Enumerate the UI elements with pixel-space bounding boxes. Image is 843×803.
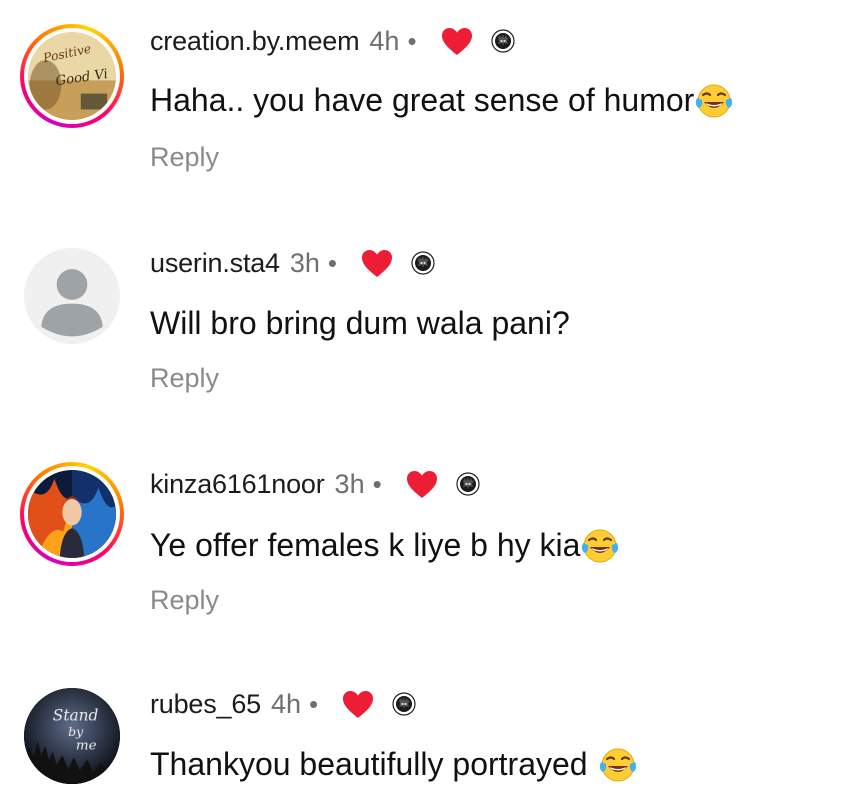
creator-avatar-icon	[392, 692, 416, 716]
username[interactable]: creation.by.meem	[150, 26, 360, 57]
creator-avatar-icon	[491, 29, 515, 53]
avatar-caption-1: Stand	[53, 707, 99, 725]
laughing-tears-emoji-icon	[580, 525, 620, 565]
red-heart-icon[interactable]	[361, 249, 393, 278]
timestamp: 3h	[289, 247, 320, 278]
separator-dot: •	[407, 25, 417, 56]
avatar-image	[28, 470, 116, 558]
avatar-image: Stand by me	[24, 688, 120, 784]
username[interactable]: userin.sta4	[150, 248, 280, 279]
red-heart-icon[interactable]	[342, 690, 374, 719]
creator-avatar-icon	[456, 472, 480, 496]
avatar[interactable]: Positive Good Vi	[20, 24, 124, 128]
avatar[interactable]	[24, 248, 120, 344]
avatar-caption-2: by	[68, 724, 84, 739]
creator-avatar-icon	[411, 251, 435, 275]
comment-text: Thankyou beautifully portrayed	[150, 745, 588, 782]
red-heart-icon[interactable]	[441, 27, 473, 56]
avatar-image: Positive Good Vi	[28, 32, 116, 120]
separator-dot: •	[327, 247, 338, 278]
comment-meta: creation.by.meem 4h •	[150, 21, 515, 61]
comment-meta: rubes_65 4h •	[150, 684, 416, 724]
timestamp: 4h	[369, 25, 400, 56]
laughing-tears-emoji-icon	[694, 80, 734, 120]
comment-text-row: Ye offer females k liye b hy kia	[150, 525, 620, 565]
reply-button[interactable]: Reply	[150, 585, 219, 616]
username[interactable]: kinza6161noor	[150, 469, 325, 500]
comment-text: Ye offer females k liye b hy kia	[150, 526, 581, 563]
username[interactable]: rubes_65	[150, 689, 261, 720]
comment-text: Haha.. you have great sense of humor	[150, 81, 695, 118]
comment-meta: userin.sta4 3h •	[150, 243, 435, 283]
comment-text-row: Haha.. you have great sense of humor	[150, 80, 734, 120]
comment-text-row: Will bro bring dum wala pani?	[150, 305, 570, 342]
comment-meta: kinza6161noor 3h •	[150, 464, 480, 504]
avatar[interactable]	[20, 462, 124, 566]
timestamp: 3h	[334, 468, 365, 499]
reply-button[interactable]: Reply	[150, 363, 219, 394]
avatar-caption-3: me	[76, 738, 97, 753]
comment-text-row: Thankyou beautifully portrayed	[150, 744, 638, 784]
laughing-tears-emoji-icon	[598, 744, 638, 784]
separator-dot: •	[372, 468, 382, 499]
red-heart-icon[interactable]	[406, 470, 438, 499]
comment-text: Will bro bring dum wala pani?	[150, 305, 570, 341]
timestamp: 4h	[271, 688, 302, 719]
separator-dot: •	[309, 688, 319, 719]
avatar[interactable]: Stand by me	[24, 688, 120, 784]
reply-button[interactable]: Reply	[150, 142, 219, 173]
default-profile-icon	[24, 248, 120, 344]
